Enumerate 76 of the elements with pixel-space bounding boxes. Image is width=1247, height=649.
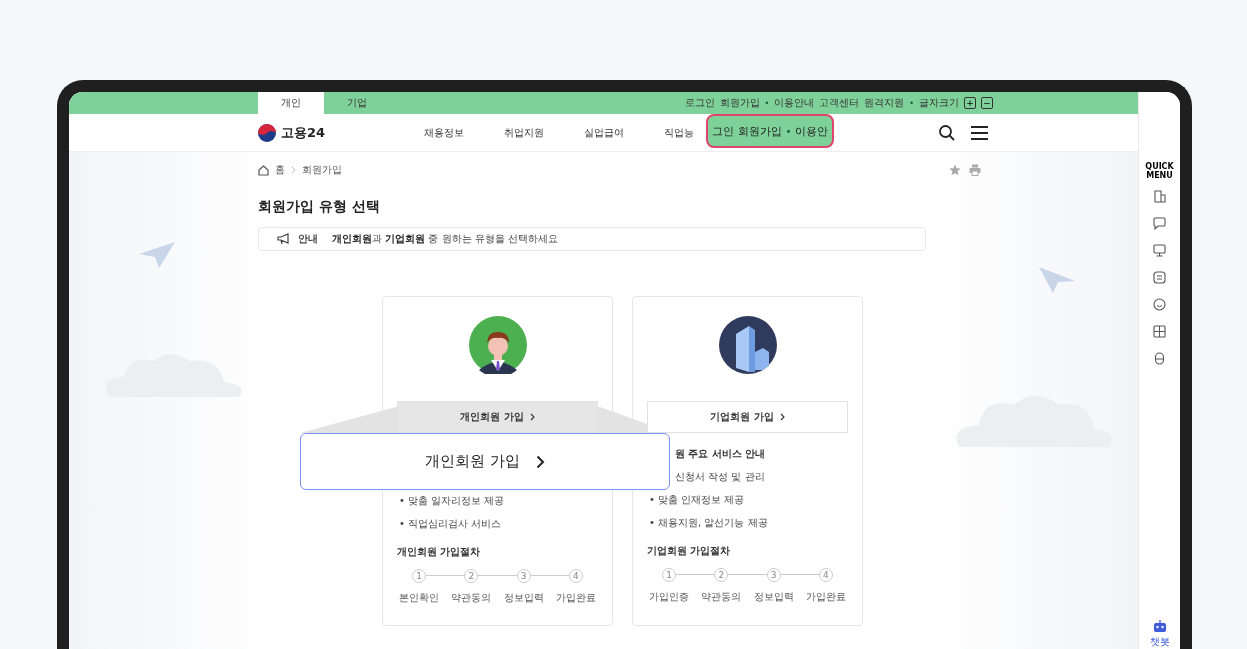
step-number: 4 [819,568,833,582]
notice-label: 안내 [298,232,318,246]
signup-button[interactable]: 기업회원 가입 [647,401,848,433]
building-icon [718,316,777,374]
magnified-signup-button[interactable]: 개인회원 가입 [300,433,670,490]
document-icon[interactable] [1153,190,1166,203]
chevron-icon [291,166,296,174]
utility-link[interactable]: 그인 [712,123,734,139]
service-item: • 채용지원, 알선기능 제공 [648,516,769,530]
service-item: • 직업심리검사 서비스 [398,517,503,531]
font-size-button[interactable]: + [964,97,976,109]
search-icon[interactable] [939,124,955,141]
utility-link[interactable]: 이용안 [794,123,828,139]
logo-icon [258,123,276,142]
utility-link[interactable]: 이용안내 [774,96,815,110]
tab[interactable]: 개인 [258,92,324,114]
utility-link[interactable]: 원격지원 [864,96,905,110]
notice-text: 개인회원과 기업회원 중 원하는 유형을 선택하세요 [332,232,558,246]
separator-dot: • [785,125,792,137]
chatbot-label[interactable]: 챗봇 [1149,635,1170,649]
separator-dot: • [909,98,914,108]
chat-bubble-icon[interactable] [1153,217,1166,230]
step-label: 약관동의 [701,590,742,604]
chatbot-icon[interactable] [1152,619,1167,633]
megaphone-icon [277,233,290,245]
nav-item[interactable]: 취업지원 [504,125,544,140]
step-label: 가입완료 [556,591,596,605]
chevron-icon [779,413,785,421]
logo-text[interactable]: 고용24 [281,123,326,142]
service-item: • 맞춤 일자리정보 제공 [398,494,506,508]
smile-icon[interactable] [1153,298,1166,311]
step-number: 2 [714,568,729,582]
checklist-icon[interactable] [1153,271,1166,284]
steps-title: 개인회원 가입절차 [397,545,482,559]
utility-link[interactable]: 회원가입 [719,96,760,110]
page-title: 회원가입 유형 선택 [258,197,381,215]
steps-title: 기업회원 가입절차 [647,544,732,558]
menu-icon[interactable] [971,125,988,140]
step-number: 3 [516,569,531,583]
step-number: 1 [412,569,426,583]
separator-dot: • [764,98,770,108]
step-label: 정보입력 [503,591,544,605]
step-number: 3 [766,568,781,582]
step-number: 1 [662,568,676,582]
chevron-icon [535,454,545,469]
step-label: 약관동의 [451,591,492,605]
grid-icon[interactable] [1153,325,1166,338]
paper-plane-icon [139,242,175,268]
step-number: 2 [464,569,479,583]
service-item: • 맞춤 인재정보 제공 [648,493,746,507]
step-label: 본인확인 [399,591,439,605]
breadcrumb-item[interactable]: 회원가입 [302,163,342,177]
capsule-icon[interactable] [1154,352,1165,365]
avatar-icon [468,316,527,374]
utility-link[interactable]: 글자크기 [919,96,959,110]
step-label: 정보입력 [753,590,794,604]
tab[interactable]: 기업 [324,92,390,114]
paper-plane-icon [1039,267,1075,293]
font-size-button[interactable]: − [981,97,993,109]
home-icon[interactable] [258,164,269,176]
monitor-icon[interactable] [1153,244,1166,257]
nav-item[interactable]: 실업급여 [584,125,624,140]
step-label: 가입완료 [806,590,846,604]
step-label: 가입인증 [649,590,689,604]
utility-link[interactable]: 고객센터 [819,96,860,110]
star-icon[interactable] [949,164,961,176]
chevron-icon [529,413,535,421]
service-text: 원 주요 서비스 안내 [674,447,767,461]
nav-item[interactable]: 채용정보 [424,125,464,140]
service-text: 신청서 작성 및 관리 [674,470,766,484]
utility-link[interactable]: 로그인 [684,96,715,110]
quick-menu-title: QUICK MENU [1144,162,1175,180]
step-number: 4 [569,569,583,583]
nav-item[interactable]: 직업능 [664,125,694,140]
breadcrumb-item[interactable]: 홈 [275,163,285,177]
utility-link[interactable]: 회원가입 [737,123,782,139]
